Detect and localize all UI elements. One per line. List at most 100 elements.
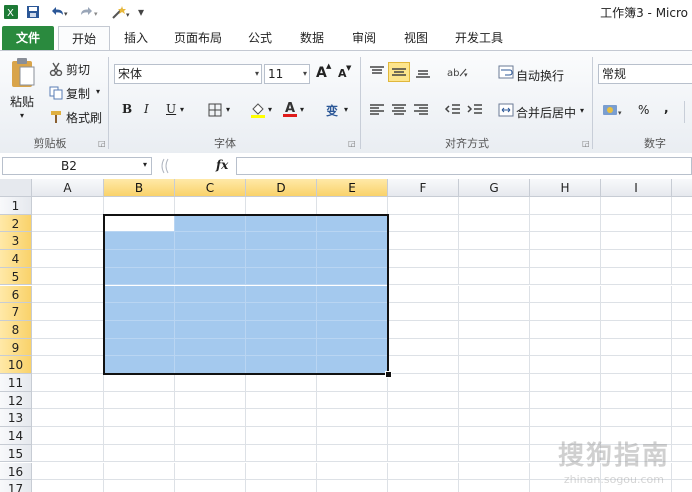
cell-f11[interactable] [388, 374, 459, 392]
clipboard-launcher-icon[interactable]: ◲ [98, 139, 106, 148]
cell-e4[interactable] [317, 250, 388, 268]
cell-b13[interactable] [104, 409, 175, 428]
cell-stub[interactable] [672, 215, 692, 233]
cell-f3[interactable] [388, 232, 459, 251]
cell-f6[interactable] [388, 285, 459, 304]
cell-a12[interactable] [32, 391, 104, 410]
align-top-icon[interactable] [368, 64, 386, 83]
tab-page-layout[interactable]: 页面布局 [166, 27, 230, 49]
cell-d6[interactable] [246, 285, 317, 304]
cell-a2[interactable] [32, 214, 104, 233]
tab-file[interactable]: 文件 [2, 26, 54, 50]
cell-e9[interactable] [317, 338, 388, 357]
cell-c6[interactable] [175, 285, 246, 304]
cell-a17[interactable] [32, 480, 104, 492]
cell-stub[interactable] [672, 374, 692, 392]
column-header-f[interactable]: F [388, 179, 459, 197]
tab-developer[interactable]: 开发工具 [446, 27, 512, 49]
merge-center-button[interactable]: 合并后居中 [516, 104, 576, 121]
cell-stub[interactable] [672, 232, 692, 251]
row-header-2[interactable]: 2 [0, 214, 32, 233]
customize-quick-access-button[interactable]: ▾ [136, 3, 146, 21]
cell-g10[interactable] [459, 356, 530, 374]
cell-g2[interactable] [459, 214, 530, 233]
bold-button[interactable]: B [122, 102, 132, 116]
cell-a9[interactable] [32, 338, 104, 357]
cell-c12[interactable] [175, 391, 246, 410]
tab-formulas[interactable]: 公式 [240, 27, 280, 49]
cell-g6[interactable] [459, 285, 530, 304]
cell-f17[interactable] [388, 480, 459, 492]
cell-g15[interactable] [459, 444, 530, 463]
cell-e3[interactable] [317, 232, 388, 251]
cell-f1[interactable] [388, 197, 459, 215]
cell-g14[interactable] [459, 427, 530, 445]
cell-i2[interactable] [601, 214, 672, 233]
orientation-icon[interactable]: ab ▾ [446, 64, 470, 83]
cell-stub[interactable] [672, 409, 692, 428]
cell-g12[interactable] [459, 391, 530, 410]
cell-h4[interactable] [530, 250, 601, 268]
cell-stub[interactable] [672, 321, 692, 339]
cell-c9[interactable] [175, 338, 246, 357]
font-name-combo[interactable]: 宋体 ▾ [114, 64, 262, 84]
font-color-icon[interactable]: A [282, 100, 298, 121]
cell-g3[interactable] [459, 232, 530, 251]
cell-e17[interactable] [317, 480, 388, 492]
cell-i11[interactable] [601, 374, 672, 392]
cell-a16[interactable] [32, 462, 104, 481]
font-color-dropdown-icon[interactable]: ▾ [300, 105, 304, 114]
increase-indent-icon[interactable] [466, 102, 484, 121]
column-header-d[interactable]: D [246, 179, 317, 197]
row-header-13[interactable]: 13 [0, 409, 32, 428]
cell-e7[interactable] [317, 303, 388, 321]
cell-i12[interactable] [601, 391, 672, 410]
decrease-indent-icon[interactable] [444, 102, 462, 121]
cell-f7[interactable] [388, 303, 459, 321]
cell-e10[interactable] [317, 356, 388, 374]
cell-stub[interactable] [672, 392, 692, 410]
cell-e16[interactable] [317, 462, 388, 481]
row-header-10[interactable]: 10 [0, 356, 32, 374]
cell-a1[interactable] [32, 197, 104, 215]
cell-d10[interactable] [246, 356, 317, 374]
wrap-text-button[interactable]: 自动换行 [516, 67, 564, 84]
undo-icon[interactable]: ▾ [46, 3, 72, 21]
cell-d11[interactable] [246, 374, 317, 392]
paste-dropdown-icon[interactable]: ▾ [20, 111, 24, 120]
fill-color-dropdown-icon[interactable]: ▾ [268, 105, 272, 114]
tab-review[interactable]: 审阅 [344, 27, 384, 49]
fill-color-icon[interactable] [250, 101, 266, 122]
name-box[interactable]: B2 ▾ [2, 157, 152, 175]
cell-h10[interactable] [530, 356, 601, 374]
cell-i7[interactable] [601, 303, 672, 321]
cell-e8[interactable] [317, 320, 388, 339]
cell-b7[interactable] [104, 303, 175, 321]
cell-f12[interactable] [388, 391, 459, 410]
cell-h11[interactable] [530, 374, 601, 392]
cell-c10[interactable] [175, 356, 246, 374]
cell-b12[interactable] [104, 391, 175, 410]
row-header-17[interactable]: 17 [0, 480, 32, 492]
cell-g1[interactable] [459, 197, 530, 215]
row-header-15[interactable]: 15 [0, 444, 32, 463]
cell-c17[interactable] [175, 480, 246, 492]
cell-e5[interactable] [317, 267, 388, 286]
cell-c16[interactable] [175, 462, 246, 481]
cell-f4[interactable] [388, 250, 459, 268]
cell-g13[interactable] [459, 409, 530, 428]
copy-button[interactable]: 复制 [66, 85, 90, 102]
insert-function-button[interactable]: fx [216, 158, 228, 172]
underline-dropdown-icon[interactable]: ▾ [180, 105, 184, 114]
cell-a13[interactable] [32, 409, 104, 428]
cell-stub[interactable] [672, 250, 692, 268]
column-header-e[interactable]: E [317, 179, 388, 197]
cell-g5[interactable] [459, 267, 530, 286]
select-all-corner[interactable] [0, 179, 32, 197]
column-header-a[interactable]: A [32, 179, 104, 197]
cell-f5[interactable] [388, 267, 459, 286]
number-format-combo[interactable]: 常规 [598, 64, 692, 84]
paste-button[interactable]: 粘贴 [10, 93, 34, 110]
cell-e14[interactable] [317, 427, 388, 445]
cell-f14[interactable] [388, 427, 459, 445]
